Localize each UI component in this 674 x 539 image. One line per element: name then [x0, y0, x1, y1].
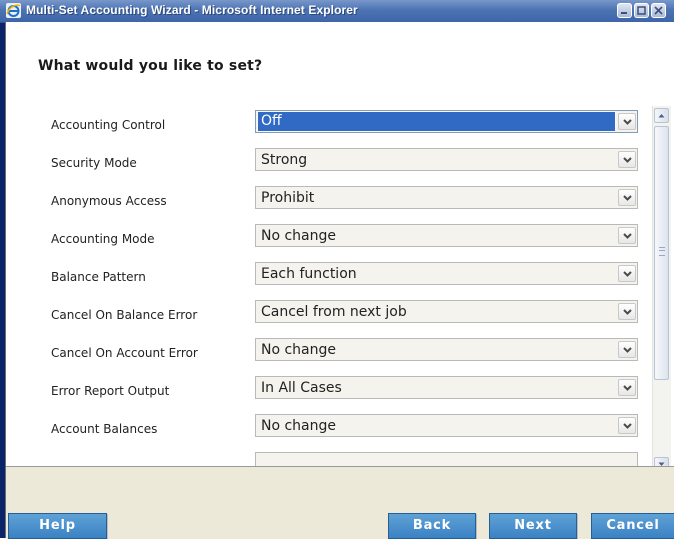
dropdown-button[interactable]	[618, 341, 636, 358]
settings-form: Accounting Control Off Security Mode Str…	[6, 106, 656, 480]
select-value: No change	[261, 342, 337, 358]
select-value: No change	[261, 228, 337, 244]
dropdown-button[interactable]	[618, 113, 636, 130]
page-heading: What would you like to set?	[38, 58, 263, 74]
account-balances-select[interactable]: No change	[255, 414, 638, 437]
grip-icon	[659, 247, 665, 256]
cancel-on-account-error-select[interactable]: No change	[255, 338, 638, 361]
chevron-down-icon	[623, 233, 632, 239]
scroll-up-button[interactable]	[654, 108, 669, 123]
accounting-control-select[interactable]: Off	[255, 110, 638, 133]
chevron-down-icon	[623, 195, 632, 201]
help-button[interactable]: Help	[8, 513, 107, 539]
maximize-icon	[637, 6, 646, 15]
setting-label: Cancel On Balance Error	[51, 308, 198, 322]
chevron-down-icon	[623, 119, 632, 125]
minimize-button[interactable]	[617, 3, 632, 18]
select-value: No change	[261, 418, 337, 434]
setting-label: Error Report Output	[51, 384, 170, 398]
setting-row-error-report-output: Error Report Output In All Cases	[6, 372, 656, 410]
setting-label: Balance Pattern	[51, 270, 146, 284]
next-button[interactable]: Next	[489, 513, 577, 539]
title-bar[interactable]: Multi-Set Accounting Wizard - Microsoft …	[0, 0, 674, 23]
dropdown-button[interactable]	[618, 151, 636, 168]
close-icon	[654, 6, 663, 15]
dropdown-button[interactable]	[618, 265, 636, 282]
setting-row-accounting-mode: Accounting Mode No change	[6, 220, 656, 258]
close-window-button[interactable]	[651, 3, 666, 18]
anonymous-access-select[interactable]: Prohibit	[255, 186, 638, 209]
setting-row-account-balances: Account Balances No change	[6, 410, 656, 448]
chevron-down-icon	[623, 271, 632, 277]
setting-row-accounting-control: Accounting Control Off	[6, 106, 656, 144]
arrow-up-icon	[658, 114, 665, 118]
window-title: Multi-Set Accounting Wizard - Microsoft …	[26, 3, 358, 17]
chevron-down-icon	[623, 385, 632, 391]
dropdown-button[interactable]	[618, 227, 636, 244]
select-value: Strong	[261, 152, 308, 168]
balance-pattern-select[interactable]: Each function	[255, 262, 638, 285]
cancel-on-balance-error-select[interactable]: Cancel from next job	[255, 300, 638, 323]
maximize-button[interactable]	[634, 3, 649, 18]
wizard-content: What would you like to set? Accounting C…	[5, 22, 674, 539]
browser-window: Multi-Set Accounting Wizard - Microsoft …	[0, 0, 674, 539]
setting-row-cancel-on-account-error: Cancel On Account Error No change	[6, 334, 656, 372]
setting-row-anonymous-access: Anonymous Access Prohibit	[6, 182, 656, 220]
select-value: Cancel from next job	[261, 304, 407, 320]
setting-row-cancel-on-balance-error: Cancel On Balance Error Cancel from next…	[6, 296, 656, 334]
vertical-scrollbar[interactable]	[652, 106, 671, 476]
scrollbar-thumb[interactable]	[654, 126, 669, 380]
internet-explorer-icon	[6, 3, 21, 18]
select-value: In All Cases	[261, 380, 342, 396]
setting-label: Cancel On Account Error	[51, 346, 198, 360]
setting-label: Accounting Mode	[51, 232, 155, 246]
dropdown-button[interactable]	[618, 417, 636, 434]
chevron-down-icon	[623, 309, 632, 315]
dropdown-button[interactable]	[618, 189, 636, 206]
setting-label: Security Mode	[51, 156, 137, 170]
back-button[interactable]: Back	[388, 513, 476, 539]
chevron-down-icon	[623, 157, 632, 163]
chevron-down-icon	[623, 347, 632, 353]
button-bar: Help Back Next Cancel	[6, 466, 674, 539]
select-value: Off	[257, 111, 616, 132]
dropdown-button[interactable]	[618, 303, 636, 320]
select-value: Each function	[261, 266, 357, 282]
chevron-down-icon	[623, 423, 632, 429]
cancel-button[interactable]: Cancel	[591, 513, 674, 539]
dropdown-button[interactable]	[618, 379, 636, 396]
setting-label: Account Balances	[51, 422, 158, 436]
setting-label: Accounting Control	[51, 118, 166, 132]
error-report-output-select[interactable]: In All Cases	[255, 376, 638, 399]
select-value: Prohibit	[261, 190, 315, 206]
setting-label: Anonymous Access	[51, 194, 167, 208]
security-mode-select[interactable]: Strong	[255, 148, 638, 171]
setting-row-security-mode: Security Mode Strong	[6, 144, 656, 182]
setting-row-balance-pattern: Balance Pattern Each function	[6, 258, 656, 296]
accounting-mode-select[interactable]: No change	[255, 224, 638, 247]
minimize-icon	[621, 12, 627, 14]
